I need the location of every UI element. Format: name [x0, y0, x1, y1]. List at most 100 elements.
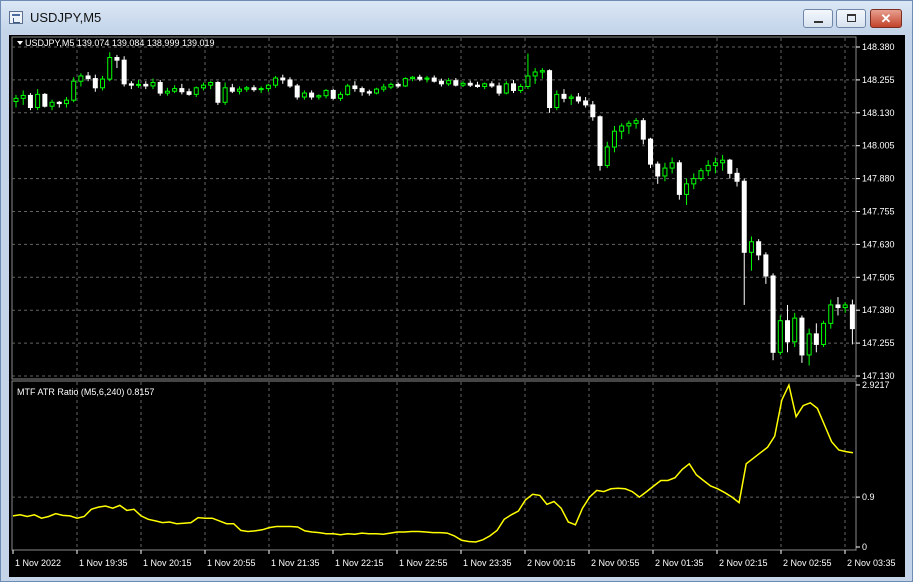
candle-body — [720, 159, 726, 164]
candle-body — [273, 77, 279, 86]
candle-body — [345, 85, 351, 95]
chart-menu-arrow-icon[interactable] — [17, 41, 23, 45]
candle-body — [330, 89, 336, 99]
candle-body — [150, 82, 156, 87]
candle-body — [813, 333, 819, 345]
x-axis-label: 2 Nov 02:55 — [783, 558, 832, 568]
candle-body — [763, 254, 769, 277]
candle-body — [727, 159, 733, 174]
candle-body — [186, 91, 192, 95]
candle-body — [258, 88, 264, 91]
title-bar[interactable]: USDJPY,M5 ✕ — [1, 1, 912, 35]
candle-body — [554, 93, 560, 109]
candle-body — [568, 96, 574, 99]
x-axis-label: 1 Nov 21:35 — [271, 558, 320, 568]
candle-body — [56, 101, 62, 105]
price-pane-border — [11, 36, 857, 380]
price-axis-label: 147.255 — [862, 338, 895, 348]
candle-body — [496, 85, 502, 94]
x-axis-label: 1 Nov 2022 — [15, 558, 61, 568]
candle-body — [561, 93, 567, 99]
candle-body — [352, 85, 358, 90]
candle-body — [388, 83, 394, 88]
candle-body — [698, 170, 704, 180]
candle-body — [806, 333, 812, 356]
candle-body — [402, 78, 408, 87]
chart-window: USDJPY,M5 ✕ 1 Nov 2022 1 Nov 19:35 1 Nov 2… — [0, 0, 913, 582]
candle-body — [691, 178, 697, 185]
price-axis-label: 147.505 — [862, 272, 895, 282]
chart-canvas[interactable]: 1 Nov 2022 1 Nov 19:35 1 Nov 20:15 1 Nov 20… — [9, 35, 905, 577]
candle-body — [611, 130, 617, 148]
candle-body — [71, 80, 77, 101]
candle-body — [539, 70, 545, 73]
candle-body — [395, 83, 401, 87]
indicator-axis-label: 2.9217 — [862, 380, 890, 390]
candle-body — [482, 83, 488, 87]
candle-body — [200, 84, 206, 89]
close-button[interactable]: ✕ — [870, 9, 902, 28]
candle-body — [640, 120, 646, 140]
candle-body — [337, 93, 343, 99]
candle-body — [777, 320, 783, 353]
candle-body — [712, 162, 718, 166]
candle-body — [821, 322, 827, 345]
candle-body — [460, 82, 466, 86]
x-axis-label: 1 Nov 22:15 — [335, 558, 384, 568]
candle-body — [756, 241, 762, 256]
candle-body — [208, 82, 214, 86]
minimize-button[interactable] — [803, 9, 833, 28]
candle-body — [323, 89, 329, 97]
candle-body — [453, 80, 459, 86]
maximize-icon — [847, 14, 856, 22]
chart-area[interactable]: 1 Nov 2022 1 Nov 19:35 1 Nov 20:15 1 Nov 20… — [9, 35, 905, 577]
candle-body — [842, 304, 848, 309]
candle-body — [42, 93, 48, 107]
candle-body — [121, 59, 127, 85]
candle-body — [179, 88, 185, 93]
price-axis-label: 147.755 — [862, 207, 895, 217]
candle-body — [547, 70, 553, 109]
candle-body — [100, 78, 106, 89]
x-axis-label: 2 Nov 00:15 — [527, 558, 576, 568]
atr-ratio-line — [12, 382, 854, 543]
x-axis-label: 1 Nov 20:15 — [143, 558, 192, 568]
candle-body — [164, 90, 170, 94]
candle-body — [35, 93, 41, 109]
candle-body — [251, 87, 257, 91]
price-axis-label: 148.380 — [862, 42, 895, 52]
indicator-axis-label: 0 — [862, 542, 867, 552]
candle-body — [381, 86, 387, 90]
candle-body — [799, 317, 805, 356]
minimize-icon — [814, 21, 823, 23]
candle-body — [684, 183, 690, 195]
candle-body — [27, 94, 33, 109]
candle-body — [280, 77, 286, 81]
candle-body — [785, 320, 791, 343]
candle-body — [107, 57, 113, 80]
candle-body — [366, 91, 372, 94]
candle-body — [828, 304, 834, 324]
candle-body — [294, 85, 300, 98]
maximize-button[interactable] — [836, 9, 866, 28]
candle-body — [13, 97, 19, 102]
candle-body — [20, 94, 26, 99]
x-axis-label: 1 Nov 19:35 — [79, 558, 128, 568]
indicator-header: MTF ATR Ratio (M5,6,240) 0.8157 — [17, 387, 155, 397]
candle-body — [229, 87, 235, 92]
candle-body — [438, 80, 444, 85]
candle-body — [128, 83, 134, 86]
candle-body — [748, 241, 754, 253]
candle-body — [474, 84, 480, 87]
candle-body — [511, 83, 517, 91]
candle-body — [633, 120, 639, 124]
candle-body — [114, 57, 120, 61]
candle-body — [648, 138, 654, 165]
candle-body — [590, 104, 596, 118]
candle-body — [193, 87, 199, 95]
candle-body — [410, 76, 416, 80]
candle-body — [446, 80, 452, 85]
x-axis-label: 1 Nov 20:55 — [207, 558, 256, 568]
candle-body — [676, 162, 682, 195]
x-axis-label: 2 Nov 02:15 — [719, 558, 768, 568]
